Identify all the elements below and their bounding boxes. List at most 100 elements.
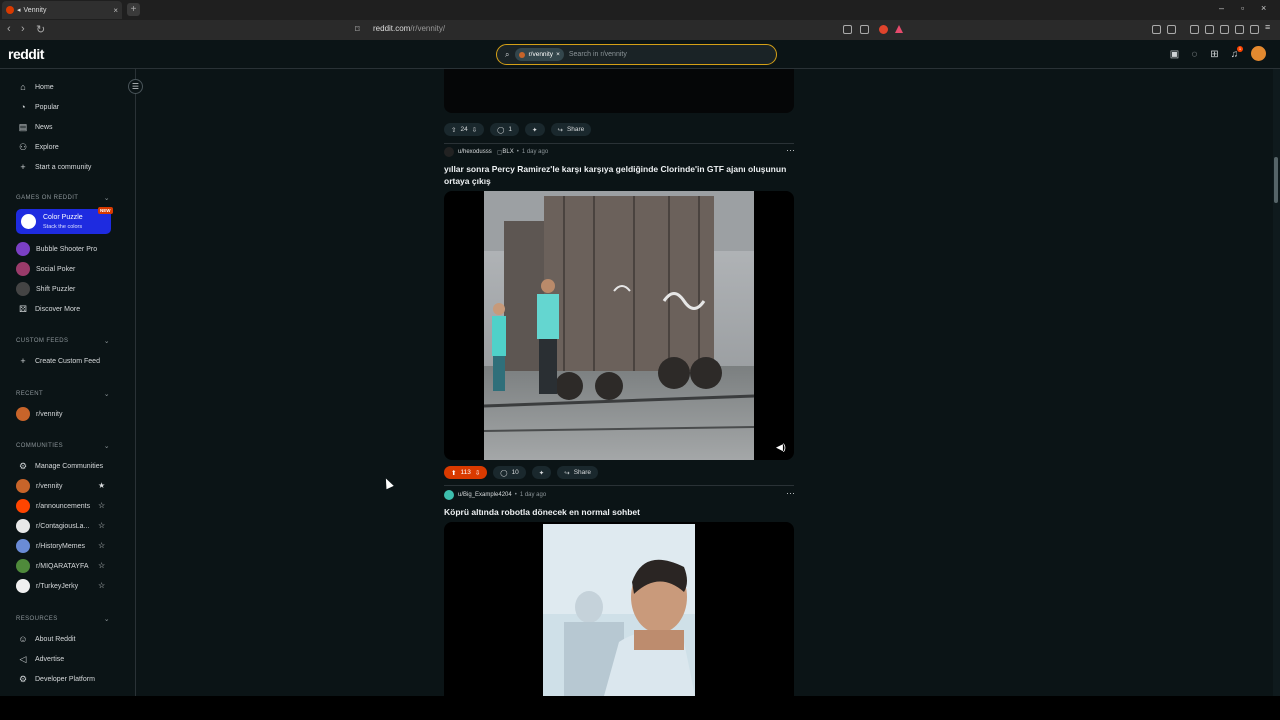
sidebar-item-community[interactable]: r/announcements: [16, 498, 90, 514]
author-avatar[interactable]: [444, 147, 454, 157]
sidebar-item-shift-puzzler[interactable]: Shift Puzzler: [16, 281, 75, 297]
upvote-icon[interactable]: ⇧: [451, 126, 456, 134]
sidebar-item-manage-communities[interactable]: ⚙ Manage Communities: [18, 458, 103, 474]
more-options-icon[interactable]: ···: [786, 488, 795, 498]
post-video[interactable]: [444, 522, 794, 696]
star-filled-icon[interactable]: ★: [98, 481, 105, 490]
rewards-icon[interactable]: [895, 25, 903, 33]
star-outline-icon[interactable]: ☆: [98, 521, 105, 530]
award-icon: ✦: [538, 469, 545, 477]
comments-button[interactable]: ◯ 10: [493, 466, 526, 479]
sidebar-item-label: r/ContagiousLa...: [36, 522, 90, 530]
sidebar-item-social-poker[interactable]: Social Poker: [16, 261, 75, 277]
sidebar-item-explore[interactable]: ⚇ Explore: [18, 139, 59, 155]
post-title[interactable]: yıllar sonra Percy Ramirez'le karşı karş…: [444, 163, 794, 187]
wallet-icon[interactable]: [1220, 25, 1229, 34]
user-avatar[interactable]: [1251, 46, 1266, 61]
megaphone-icon: ◁: [19, 654, 27, 664]
vpn-icon[interactable]: [1250, 25, 1259, 34]
reddit-logo[interactable]: reddit: [8, 46, 44, 62]
close-window-icon[interactable]: ×: [1261, 3, 1266, 13]
sidebar-item-news[interactable]: ▤ News: [18, 119, 53, 135]
vote-control[interactable]: ⇧ 24 ⇩: [444, 123, 485, 136]
author-avatar[interactable]: [444, 490, 454, 500]
sidebar-item-about-reddit[interactable]: ☺ About Reddit: [18, 631, 75, 647]
downvote-icon[interactable]: ⇩: [472, 126, 477, 134]
chat-icon[interactable]: ◌: [1189, 49, 1200, 60]
post-video[interactable]: ◀): [444, 191, 794, 460]
section-custom-feeds-header[interactable]: CUSTOM FEEDS ⌄: [16, 338, 110, 345]
sidebar-item-create-custom-feed[interactable]: + Create Custom Feed: [18, 353, 100, 369]
gear-icon: ⚙: [18, 674, 28, 684]
share-button[interactable]: ↪ Share: [557, 466, 599, 479]
brave-shield-icon[interactable]: [879, 25, 888, 34]
back-icon[interactable]: ‹: [7, 23, 11, 35]
sidebar-item-home[interactable]: ⌂ Home: [18, 79, 53, 95]
scrollbar-thumb[interactable]: [1274, 157, 1278, 203]
sidebar-item-recent-vennity[interactable]: r/vennity: [16, 406, 62, 422]
community-avatar: [16, 499, 30, 513]
new-tab-button[interactable]: +: [127, 3, 140, 16]
ads-icon[interactable]: ▣: [1169, 49, 1180, 60]
sidebar-item-bubble-shooter[interactable]: Bubble Shooter Pro: [16, 241, 97, 257]
page-scrollbar[interactable]: [1273, 69, 1280, 696]
share-icon[interactable]: [860, 25, 869, 34]
maximize-icon[interactable]: ▫: [1241, 3, 1244, 13]
sidebar-item-discover-more[interactable]: ⚄ Discover More: [18, 301, 80, 317]
remove-scope-icon[interactable]: ×: [556, 51, 560, 58]
post-title[interactable]: Köprü altında robotla dönecek en normal …: [444, 506, 794, 518]
sidebar-item-popular[interactable]: ◔ Popular: [18, 99, 59, 115]
reader-icon[interactable]: [1167, 25, 1176, 34]
minimize-icon[interactable]: –: [1219, 3, 1224, 13]
comments-button[interactable]: ◯ 1: [490, 123, 520, 136]
cast-icon[interactable]: [843, 25, 852, 34]
star-outline-icon[interactable]: ☆: [98, 501, 105, 510]
mute-icon[interactable]: ◀): [776, 442, 786, 453]
leo-icon[interactable]: [1235, 25, 1244, 34]
star-outline-icon[interactable]: ☆: [98, 541, 105, 550]
award-button[interactable]: ✦: [525, 123, 545, 136]
star-outline-icon[interactable]: ☆: [98, 581, 105, 590]
share-button[interactable]: ↪ Share: [550, 123, 592, 136]
section-games-header[interactable]: GAMES ON REDDIT ⌄: [16, 195, 110, 202]
vote-control[interactable]: ⬆ 113 ⇩: [444, 466, 488, 479]
browser-tab[interactable]: ◂ Vennity ×: [2, 1, 122, 19]
chevron-down-icon: ⌄: [103, 443, 110, 450]
speaker-icon[interactable]: ◂: [17, 6, 21, 14]
award-button[interactable]: ✦: [531, 466, 552, 479]
post-author[interactable]: u/hexodusss: [458, 149, 492, 155]
address-bar[interactable]: reddit.com/r/vennity/: [373, 24, 445, 33]
reload-icon[interactable]: ↻: [36, 23, 45, 36]
section-recent-header[interactable]: RECENT ⌄: [16, 391, 110, 398]
extension-icon[interactable]: [1152, 25, 1161, 34]
post-author[interactable]: u/Big_Example4204: [458, 492, 512, 498]
sidebar-item-start-community[interactable]: + Start a community: [18, 159, 91, 175]
featured-game-card[interactable]: Color Puzzle Stack the colors: [16, 209, 111, 234]
close-tab-icon[interactable]: ×: [113, 6, 118, 15]
music-icon[interactable]: [1190, 25, 1199, 34]
sidebar-item-community[interactable]: r/ContagiousLa...: [16, 518, 90, 534]
sidebar-item-developer-platform[interactable]: ⚙ Developer Platform: [18, 671, 95, 687]
section-resources-header[interactable]: RESOURCES ⌄: [16, 616, 110, 623]
section-communities-header[interactable]: COMMUNITIES ⌄: [16, 443, 110, 450]
sidebar-icon[interactable]: [1205, 25, 1214, 34]
sidebar-item-community[interactable]: r/HistoryMemes: [16, 538, 85, 554]
star-outline-icon[interactable]: ☆: [98, 561, 105, 570]
post-media-previous[interactable]: [444, 69, 794, 113]
forward-icon[interactable]: ›: [21, 23, 25, 35]
more-options-icon[interactable]: ···: [786, 145, 795, 155]
sidebar-item-community[interactable]: r/MIQARATAYFA: [16, 558, 89, 574]
bookmark-icon[interactable]: ⌑: [355, 24, 360, 35]
menu-icon[interactable]: ≡: [1265, 22, 1274, 32]
upvote-icon[interactable]: ⬆: [451, 469, 456, 477]
create-post-icon[interactable]: ⊞: [1209, 49, 1220, 60]
search-scope-chip[interactable]: r/vennity ×: [515, 48, 564, 61]
sidebar-item-advertise[interactable]: ◁ Advertise: [18, 651, 65, 667]
downvote-icon[interactable]: ⇩: [475, 469, 480, 477]
sidebar-item-community[interactable]: r/TurkeyJerky: [16, 578, 78, 594]
community-avatar: [16, 479, 30, 493]
sidebar-item-community[interactable]: r/vennity: [16, 478, 62, 494]
search-bar[interactable]: ⌕ r/vennity × Search in r/vennity: [496, 44, 777, 65]
share-label: Share: [573, 469, 592, 476]
collapse-sidebar-button[interactable]: ☰: [128, 79, 143, 94]
